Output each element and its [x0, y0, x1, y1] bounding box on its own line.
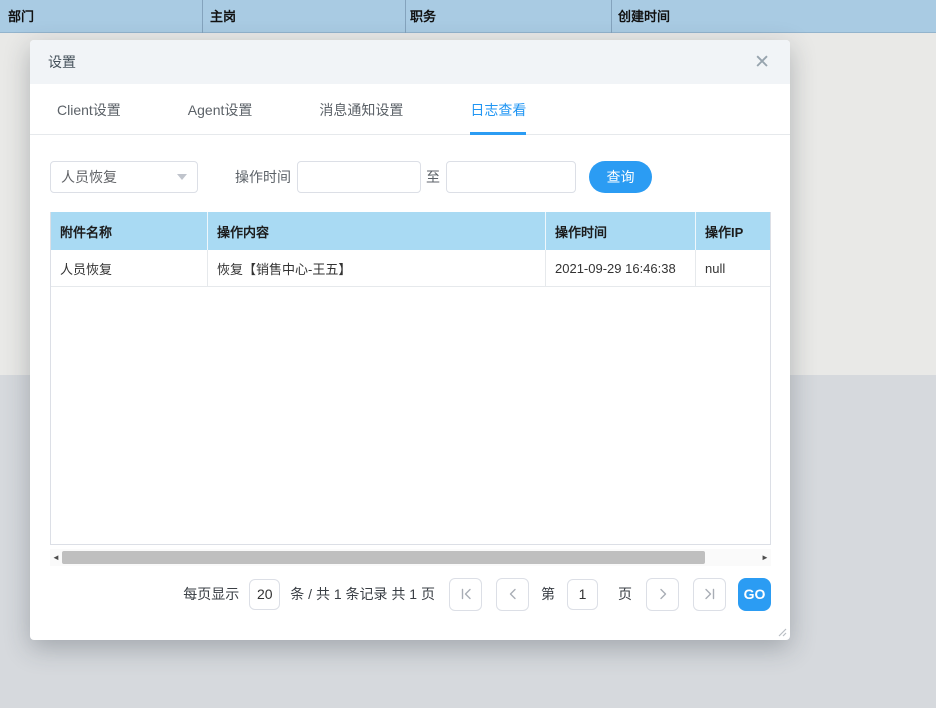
search-button[interactable]: 查询	[589, 161, 652, 193]
last-page-icon	[703, 587, 717, 601]
bg-column-main-post: 主岗	[210, 0, 236, 33]
previous-page-button[interactable]	[496, 578, 529, 611]
log-table: 附件名称 操作内容 操作时间 操作IP 人员恢复 恢复【销售中心-王五】 202…	[50, 212, 771, 545]
bg-column-create-time: 创建时间	[618, 0, 670, 33]
cell-attachment-name: 人员恢复	[51, 250, 208, 286]
bg-column-divider	[405, 0, 406, 33]
time-to-input[interactable]	[446, 161, 576, 193]
tab-message-notification-settings[interactable]: 消息通知设置	[319, 100, 403, 134]
next-page-button[interactable]	[646, 578, 679, 611]
dialog-title: 设置	[48, 52, 76, 72]
cell-operation-time: 2021-09-29 16:46:38	[546, 250, 696, 286]
go-button[interactable]: GO	[738, 578, 771, 611]
header-operation-time: 操作时间	[546, 212, 696, 250]
scroll-left-arrow-icon[interactable]: ◄	[50, 549, 62, 566]
scrollbar-thumb[interactable]	[62, 551, 705, 564]
first-page-button[interactable]	[449, 578, 482, 611]
pagination-bar: 每页显示 条 / 共 1 条记录 共 1 页 第 页 GO	[30, 577, 771, 611]
table-row[interactable]: 人员恢复 恢复【销售中心-王五】 2021-09-29 16:46:38 nul…	[51, 250, 770, 287]
resize-grip-icon[interactable]	[776, 626, 787, 637]
cell-operation-content: 恢复【销售中心-王五】	[208, 250, 546, 286]
background-table-header: 部门 主岗 职务 创建时间	[0, 0, 936, 33]
scroll-right-arrow-icon[interactable]: ►	[759, 549, 771, 566]
cell-operation-ip: null	[696, 250, 770, 286]
log-table-header: 附件名称 操作内容 操作时间 操作IP	[51, 212, 770, 250]
last-page-button[interactable]	[693, 578, 726, 611]
header-operation-ip: 操作IP	[696, 212, 770, 250]
tab-client-settings[interactable]: Client设置	[57, 100, 121, 134]
tab-log-view[interactable]: 日志查看	[470, 100, 526, 134]
current-page-input[interactable]	[567, 579, 598, 610]
bg-column-department: 部门	[8, 0, 34, 33]
bg-column-divider	[611, 0, 612, 33]
chevron-down-icon	[177, 174, 187, 180]
page-prefix-label: 第	[541, 584, 555, 604]
header-attachment-name: 附件名称	[51, 212, 208, 250]
dialog-header: 设置 ✕	[30, 40, 790, 84]
log-type-selected-value: 人员恢复	[61, 167, 177, 187]
previous-page-icon	[506, 587, 520, 601]
page-suffix-label: 页	[618, 584, 632, 604]
scrollbar-track[interactable]	[62, 550, 759, 565]
settings-dialog: 设置 ✕ Client设置 Agent设置 消息通知设置 日志查看 人员恢复 操…	[30, 40, 790, 640]
next-page-icon	[656, 587, 670, 601]
operation-time-label: 操作时间	[235, 167, 291, 187]
close-icon[interactable]: ✕	[754, 53, 770, 72]
to-label: 至	[426, 167, 440, 187]
log-type-select[interactable]: 人员恢复	[50, 161, 198, 193]
tab-agent-settings[interactable]: Agent设置	[188, 100, 253, 134]
log-filter-row: 人员恢复 操作时间 至 查询	[50, 161, 790, 193]
header-operation-content: 操作内容	[208, 212, 546, 250]
time-from-input[interactable]	[297, 161, 421, 193]
per-page-label: 每页显示	[183, 584, 239, 604]
bg-column-position: 职务	[410, 0, 436, 33]
bg-column-divider	[202, 0, 203, 33]
records-summary: 条 / 共 1 条记录 共 1 页	[290, 584, 435, 604]
first-page-icon	[459, 587, 473, 601]
horizontal-scrollbar[interactable]: ◄ ►	[50, 549, 771, 566]
tab-bar: Client设置 Agent设置 消息通知设置 日志查看	[30, 84, 790, 135]
per-page-input[interactable]	[249, 579, 280, 610]
